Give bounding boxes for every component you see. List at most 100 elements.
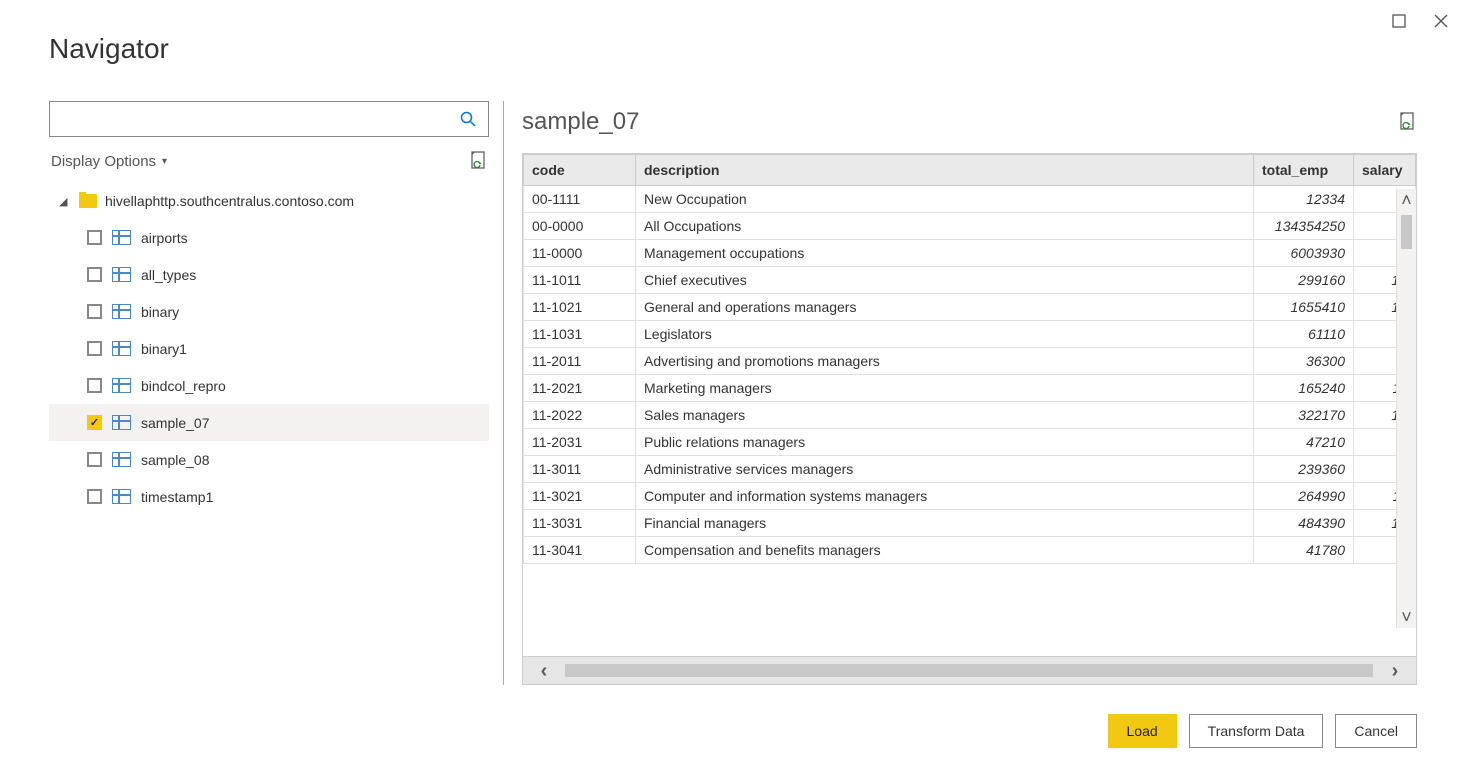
checkbox[interactable]	[87, 267, 102, 282]
table-row[interactable]: 00-1111New Occupation12334	[524, 186, 1416, 213]
cell-code: 11-1031	[524, 321, 636, 348]
scroll-thumb[interactable]	[1401, 215, 1412, 249]
col-header-code[interactable]: code	[524, 155, 636, 186]
cell-description: All Occupations	[636, 213, 1254, 240]
close-icon[interactable]	[1423, 7, 1459, 35]
cell-description: New Occupation	[636, 186, 1254, 213]
checkbox[interactable]	[87, 452, 102, 467]
refresh-tree-icon[interactable]	[470, 151, 487, 171]
maximize-icon[interactable]	[1381, 7, 1417, 35]
scroll-right-icon[interactable]: ›	[1374, 657, 1416, 685]
cell-total-emp: 165240	[1254, 375, 1354, 402]
display-options-label: Display Options	[51, 153, 156, 170]
tree-item-label: timestamp1	[141, 489, 213, 505]
table-row[interactable]: 11-1031Legislators611103	[524, 321, 1416, 348]
tree-item-binary[interactable]: binary	[49, 293, 489, 330]
tree-item-label: sample_08	[141, 452, 210, 468]
tree-item-timestamp1[interactable]: timestamp1	[49, 478, 489, 515]
cell-code: 11-3031	[524, 510, 636, 537]
table-icon	[112, 341, 131, 356]
table-row[interactable]: 11-3021Computer and information systems …	[524, 483, 1416, 510]
table-icon	[112, 378, 131, 393]
cell-description: Chief executives	[636, 267, 1254, 294]
checkbox[interactable]	[87, 489, 102, 504]
tree-item-sample_07[interactable]: ✓ sample_07	[49, 404, 489, 441]
table-icon	[112, 304, 131, 319]
table-row[interactable]: 11-3041Compensation and benefits manager…	[524, 537, 1416, 564]
cell-description: Management occupations	[636, 240, 1254, 267]
cell-total-emp: 1655410	[1254, 294, 1354, 321]
table-row[interactable]: 11-3031Financial managers48439010	[524, 510, 1416, 537]
tree-item-label: sample_07	[141, 415, 210, 431]
table-row[interactable]: 11-3011Administrative services managers2…	[524, 456, 1416, 483]
tree-pane: Display Options ▾ ◢ hivellaphttp.southce…	[49, 101, 504, 685]
cell-code: 11-2031	[524, 429, 636, 456]
table-row[interactable]: 11-2022Sales managers32217010	[524, 402, 1416, 429]
transform-data-button[interactable]: Transform Data	[1189, 714, 1324, 748]
preview-table: code description total_emp salary 00-111…	[523, 154, 1416, 564]
col-header-salary[interactable]: salary	[1354, 155, 1416, 186]
search-input[interactable]	[50, 102, 448, 136]
cell-total-emp: 6003930	[1254, 240, 1354, 267]
table-icon	[112, 230, 131, 245]
table-row[interactable]: 11-0000Management occupations60039309	[524, 240, 1416, 267]
tree-item-label: airports	[141, 230, 188, 246]
table-row[interactable]: 11-2021Marketing managers16524011	[524, 375, 1416, 402]
table-row[interactable]: 00-0000All Occupations1343542504	[524, 213, 1416, 240]
checkbox[interactable]	[87, 304, 102, 319]
cell-total-emp: 47210	[1254, 429, 1354, 456]
cancel-button[interactable]: Cancel	[1335, 714, 1417, 748]
refresh-preview-icon[interactable]	[1399, 112, 1417, 132]
navigator-dialog: Navigator Display Options ▾	[0, 0, 1466, 771]
checkbox[interactable]	[87, 341, 102, 356]
scroll-down-icon[interactable]: ˅	[1401, 606, 1412, 628]
cell-code: 00-1111	[524, 186, 636, 213]
cell-code: 11-3041	[524, 537, 636, 564]
scroll-up-icon[interactable]: ˄	[1401, 189, 1412, 211]
vertical-scrollbar[interactable]: ˄ ˅	[1396, 189, 1416, 628]
display-options-button[interactable]: Display Options ▾	[51, 153, 167, 170]
cell-total-emp: 36300	[1254, 348, 1354, 375]
cell-code: 11-2022	[524, 402, 636, 429]
tree-item-sample_08[interactable]: sample_08	[49, 441, 489, 478]
cell-description: Administrative services managers	[636, 456, 1254, 483]
cell-description: Financial managers	[636, 510, 1254, 537]
server-label: hivellaphttp.southcentralus.contoso.com	[105, 193, 354, 209]
cell-total-emp: 12334	[1254, 186, 1354, 213]
table-row[interactable]: 11-2031Public relations managers472109	[524, 429, 1416, 456]
horizontal-scrollbar[interactable]: ‹ ›	[523, 656, 1416, 684]
preview-pane: sample_07 code description total_emp sal…	[504, 101, 1417, 685]
cell-code: 00-0000	[524, 213, 636, 240]
cell-total-emp: 41780	[1254, 537, 1354, 564]
tree-item-airports[interactable]: airports	[49, 219, 489, 256]
col-header-total-emp[interactable]: total_emp	[1254, 155, 1354, 186]
cell-code: 11-1011	[524, 267, 636, 294]
scroll-track[interactable]	[565, 664, 1373, 677]
tree-item-label: binary1	[141, 341, 187, 357]
chevron-down-icon: ◢	[59, 195, 71, 208]
table-row[interactable]: 11-1011Chief executives29916015	[524, 267, 1416, 294]
scroll-left-icon[interactable]: ‹	[523, 657, 565, 685]
table-row[interactable]: 11-1021General and operations managers16…	[524, 294, 1416, 321]
checkbox[interactable]	[87, 378, 102, 393]
cell-code: 11-2011	[524, 348, 636, 375]
tree-item-label: binary	[141, 304, 179, 320]
search-icon[interactable]	[448, 102, 488, 136]
table-row[interactable]: 11-2011Advertising and promotions manage…	[524, 348, 1416, 375]
tree-item-binary1[interactable]: binary1	[49, 330, 489, 367]
cell-description: Computer and information systems manager…	[636, 483, 1254, 510]
col-header-description[interactable]: description	[636, 155, 1254, 186]
cell-code: 11-3011	[524, 456, 636, 483]
tree-item-label: bindcol_repro	[141, 378, 226, 394]
chevron-down-icon: ▾	[162, 156, 167, 167]
cell-description: General and operations managers	[636, 294, 1254, 321]
tree-server-node[interactable]: ◢ hivellaphttp.southcentralus.contoso.co…	[49, 183, 489, 219]
cell-total-emp: 322170	[1254, 402, 1354, 429]
tree-item-all_types[interactable]: all_types	[49, 256, 489, 293]
checkbox[interactable]	[87, 230, 102, 245]
tree-item-bindcol_repro[interactable]: bindcol_repro	[49, 367, 489, 404]
cell-total-emp: 264990	[1254, 483, 1354, 510]
load-button[interactable]: Load	[1108, 714, 1177, 748]
cell-code: 11-1021	[524, 294, 636, 321]
checkbox[interactable]: ✓	[87, 415, 102, 430]
